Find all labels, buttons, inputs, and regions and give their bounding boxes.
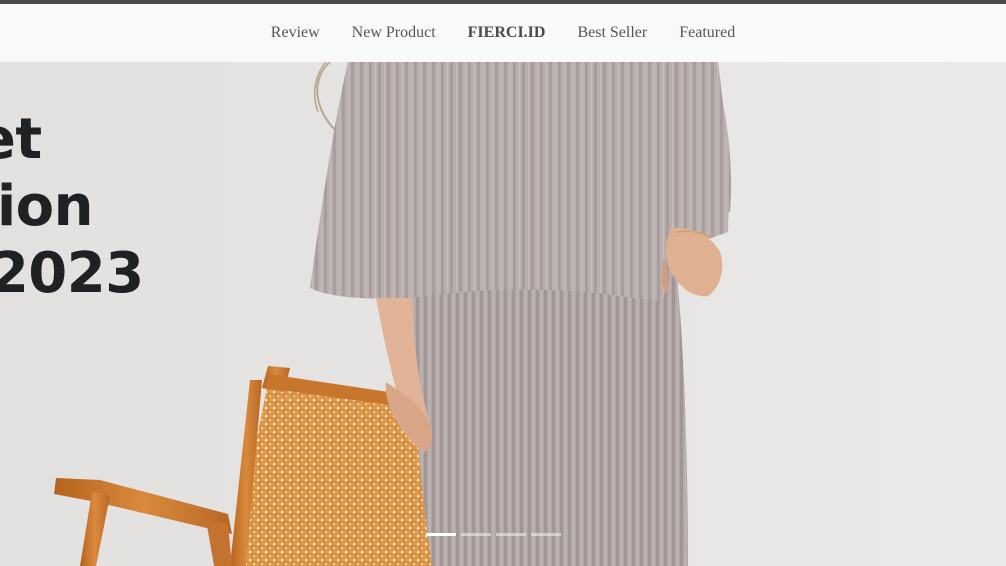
- nav-link-new-product[interactable]: New Product: [352, 24, 436, 42]
- nav-link-featured[interactable]: Featured: [679, 24, 735, 42]
- brand-logo-link[interactable]: FIERCI.ID: [468, 24, 546, 42]
- hero-headline-line-2: ction: [0, 174, 93, 239]
- nav-link-best-seller[interactable]: Best Seller: [577, 24, 647, 42]
- carousel-indicator-2[interactable]: [461, 533, 491, 536]
- carousel-indicator-4[interactable]: [531, 533, 561, 536]
- carousel-indicators: [426, 533, 561, 536]
- hero-headline: Set ction s 2023: [0, 106, 144, 307]
- main-navigation: Review New Product FIERCI.ID Best Seller…: [0, 4, 1006, 62]
- carousel-indicator-3[interactable]: [496, 533, 526, 536]
- hero-headline-line-3: s 2023: [0, 241, 144, 306]
- hero-carousel: Set ction s 2023: [0, 62, 1006, 566]
- nav-link-review[interactable]: Review: [271, 24, 320, 42]
- hero-headline-line-1: Set: [0, 107, 42, 172]
- carousel-indicator-1[interactable]: [426, 533, 456, 536]
- hero-photo: [54, 62, 732, 566]
